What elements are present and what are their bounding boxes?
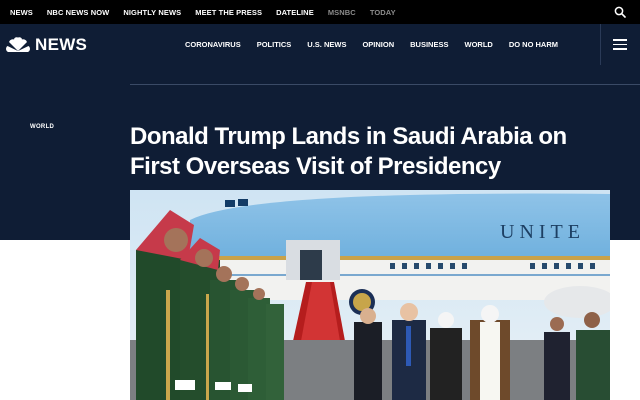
nav-item-us-news[interactable]: U.S. NEWS	[307, 40, 346, 49]
nav-item-world[interactable]: WORLD	[464, 40, 492, 49]
nav-divider	[600, 24, 601, 65]
section-nav: CORONAVIRUS POLITICS U.S. NEWS OPINION B…	[185, 24, 574, 65]
nav-item-do-no-harm[interactable]: DO NO HARM	[509, 40, 558, 49]
top-utility-bar: NEWS NBC NEWS NOW NIGHTLY NEWS MEET THE …	[0, 0, 640, 24]
nav-item-coronavirus[interactable]: CORONAVIRUS	[185, 40, 241, 49]
hero-divider	[130, 84, 640, 85]
network-link-dateline[interactable]: DATELINE	[276, 8, 314, 17]
network-link-nbc-news-now[interactable]: NBC NEWS NOW	[47, 8, 109, 17]
network-links: NEWS NBC NEWS NOW NIGHTLY NEWS MEET THE …	[10, 0, 410, 24]
network-link-nightly-news[interactable]: NIGHTLY NEWS	[123, 8, 181, 17]
article-headline: Donald Trump Lands in Saudi Arabia on Fi…	[130, 123, 567, 180]
network-link-news[interactable]: NEWS	[10, 8, 33, 17]
nbc-news-logo[interactable]: NEWS	[6, 35, 87, 55]
aircraft-lettering: UNITE	[500, 221, 585, 243]
nbc-peacock-icon	[6, 36, 30, 52]
nav-item-politics[interactable]: POLITICS	[257, 40, 292, 49]
main-navigation: NEWS CORONAVIRUS POLITICS U.S. NEWS OPIN…	[0, 24, 640, 65]
nav-item-opinion[interactable]: OPINION	[362, 40, 394, 49]
lead-photo-illustration: UNITE	[130, 190, 610, 400]
hamburger-menu-icon[interactable]	[613, 39, 627, 50]
lead-photo: UNITE	[130, 190, 610, 400]
news-wordmark: NEWS	[35, 35, 88, 54]
section-label[interactable]: WORLD	[30, 124, 54, 130]
network-link-msnbc[interactable]: MSNBC	[328, 8, 356, 17]
nav-item-business[interactable]: BUSINESS	[410, 40, 448, 49]
network-link-meet-the-press[interactable]: MEET THE PRESS	[195, 8, 262, 17]
network-link-today[interactable]: TODAY	[370, 8, 396, 17]
search-icon[interactable]	[614, 6, 626, 18]
